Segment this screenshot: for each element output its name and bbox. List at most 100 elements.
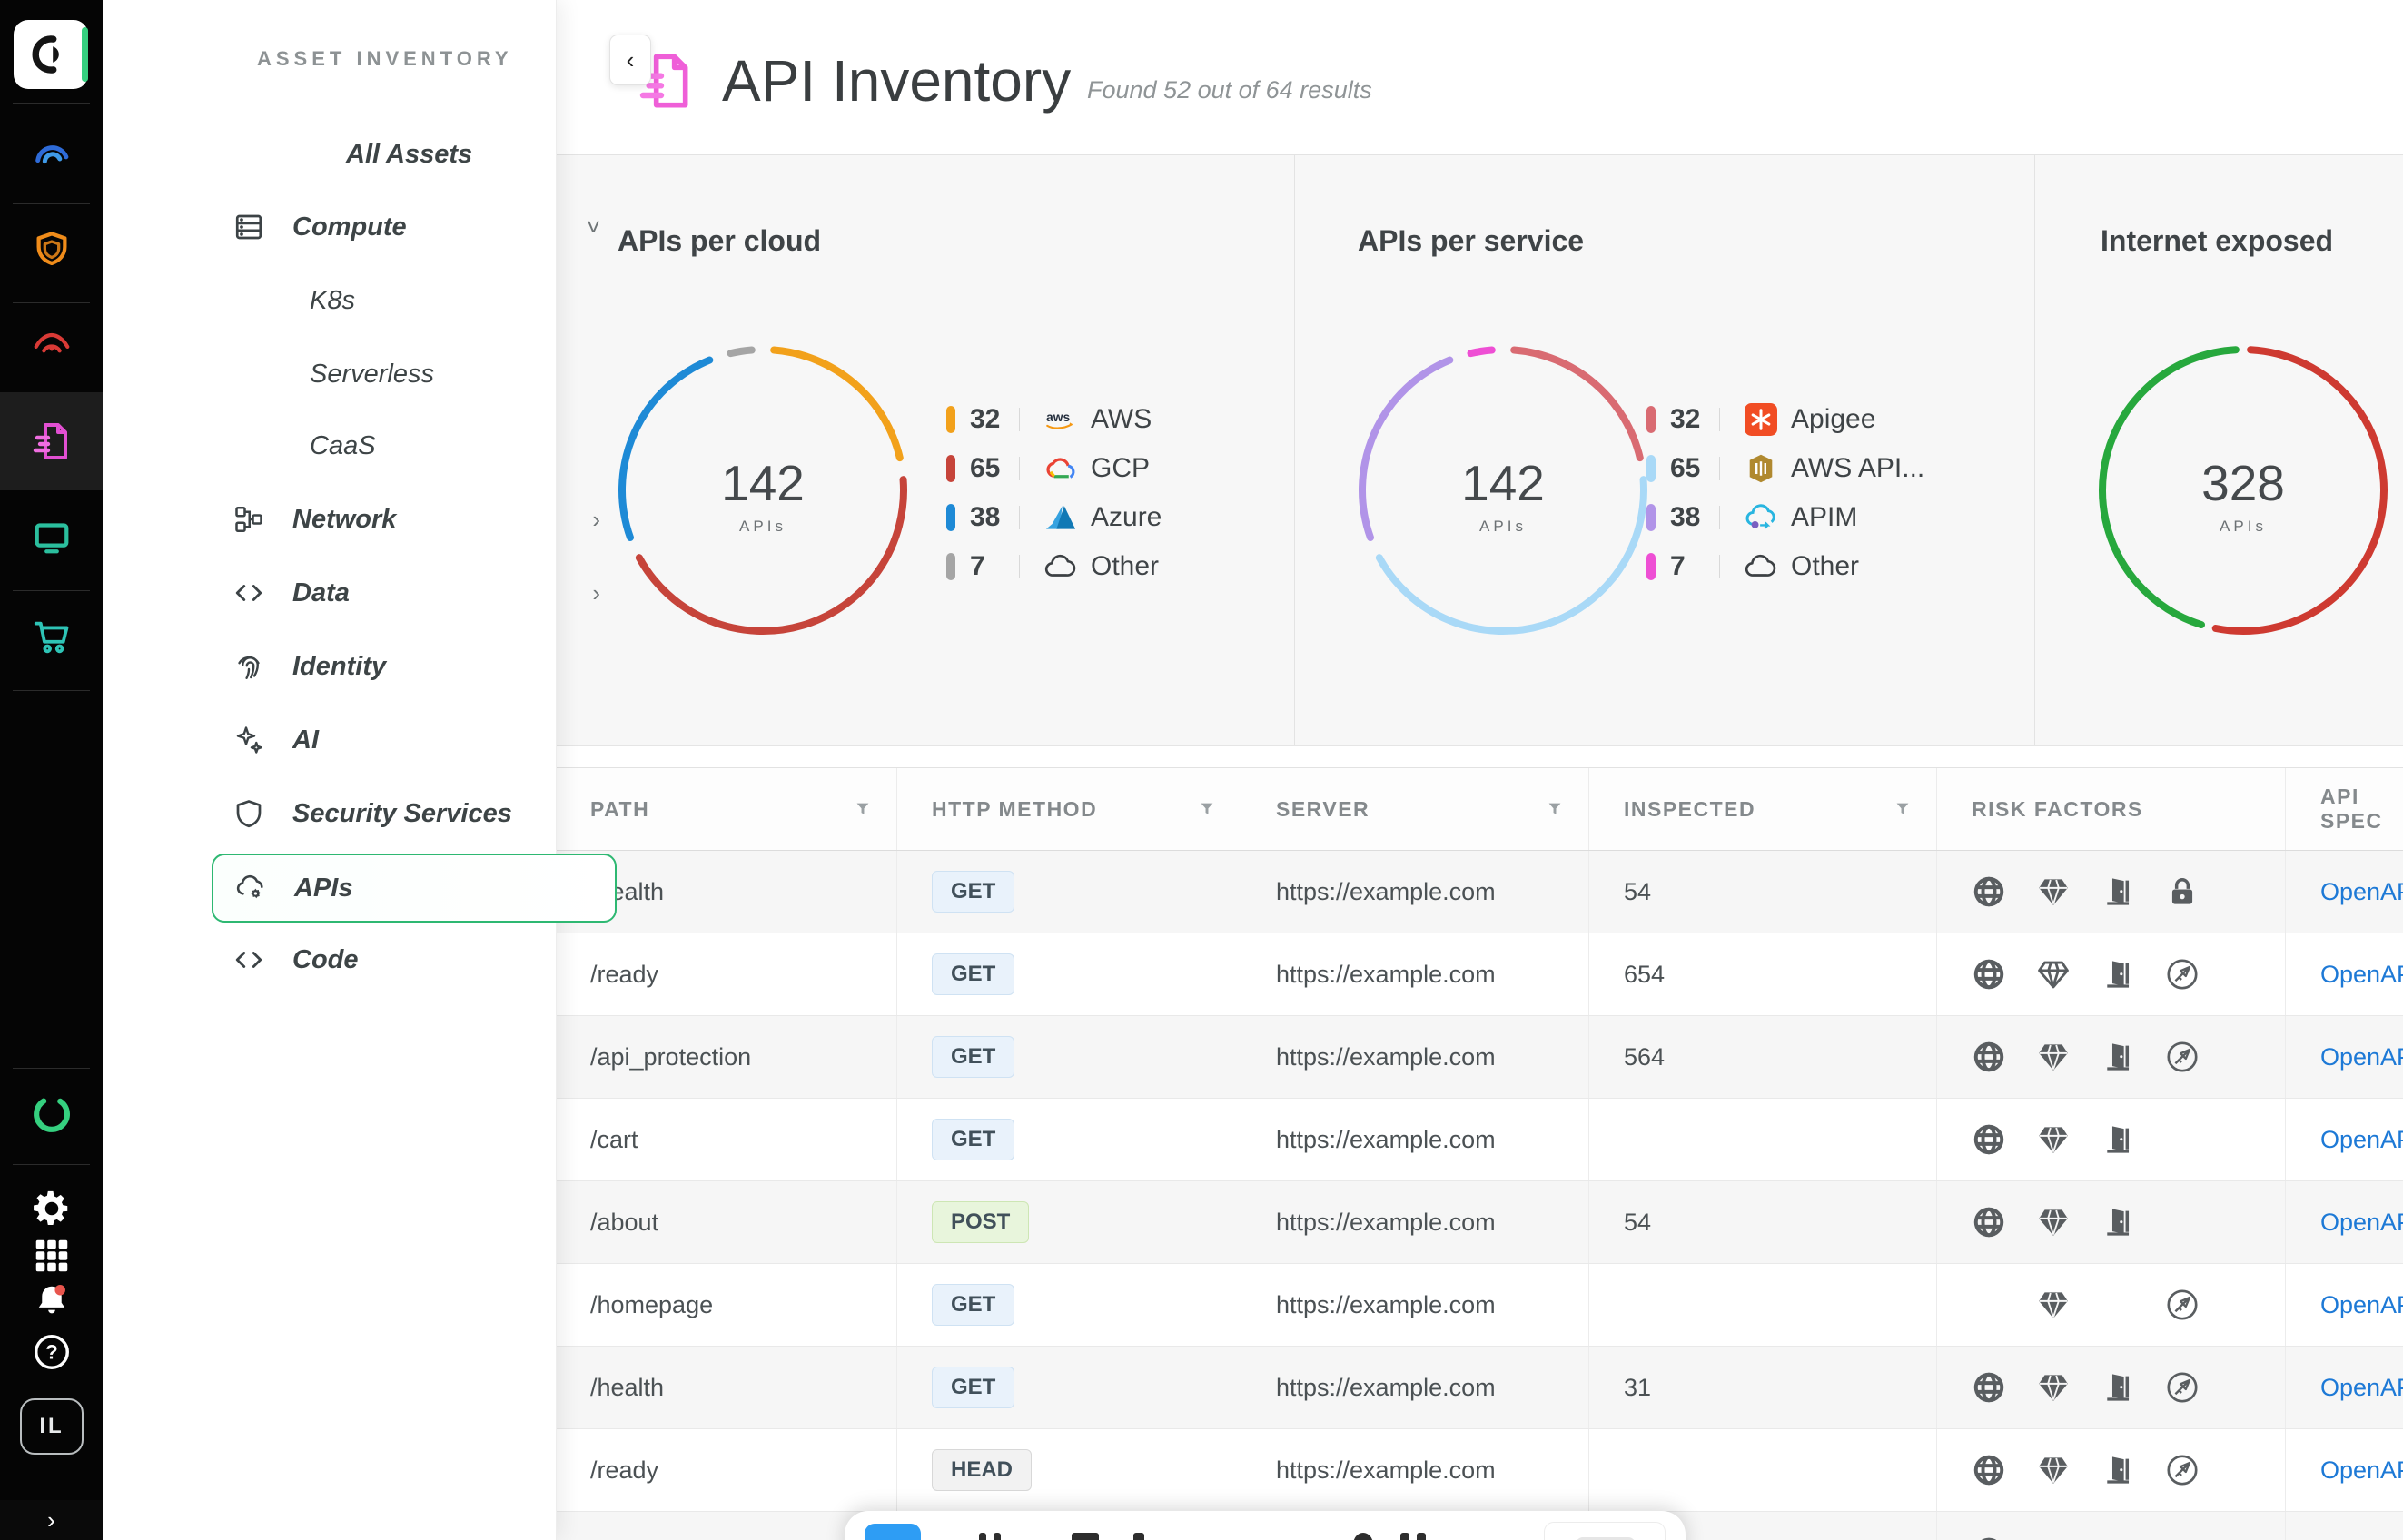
column-header-inspected[interactable]: INSPECTED <box>1589 768 1937 850</box>
shield-security-icon[interactable] <box>31 229 73 271</box>
apps-grid-icon[interactable] <box>31 1235 73 1277</box>
legend-row-aws[interactable]: 32awsAWS <box>946 395 1162 444</box>
legend-apis-per-service: 32Apigee65AWS API...38APIM7Other <box>1646 395 1924 591</box>
legend-label: GCP <box>1091 453 1150 484</box>
legend-row-other[interactable]: 7Other <box>946 542 1162 591</box>
collapse-sidebar-button[interactable]: ‹ <box>609 35 651 85</box>
globe-risk-icon <box>1972 957 2006 992</box>
ring-logo-icon[interactable] <box>31 1093 73 1135</box>
page-title: API Inventory <box>722 47 1071 114</box>
apigee-icon <box>1744 403 1784 436</box>
brand-logo[interactable] <box>14 20 88 89</box>
network-icon <box>232 503 265 536</box>
column-header-risk-factors: RISK FACTORS <box>1937 768 2286 850</box>
sidebar-item-k8s[interactable]: K8s <box>212 268 613 333</box>
left-icon-rail: ? IL › <box>0 0 103 1540</box>
sidebar-item-code[interactable]: Code <box>212 927 613 992</box>
divider <box>1719 457 1720 480</box>
donut-center-apis-per-cloud: 142 APIs <box>627 459 899 536</box>
legend-count: 65 <box>970 453 1019 484</box>
api-table: PATHHTTP METHODSERVERINSPECTEDRISK FACTO… <box>556 767 2403 1540</box>
sidebar-item-apis[interactable]: APIs <box>212 854 617 923</box>
filter-funnel-icon[interactable] <box>1893 799 1913 819</box>
toolbar-icon[interactable] <box>1400 1533 1409 1540</box>
column-header-server[interactable]: SERVER <box>1241 768 1589 850</box>
legend-row-apigee[interactable]: 32Apigee <box>1646 395 1924 444</box>
user-avatar-button[interactable]: IL <box>20 1398 84 1455</box>
filter-funnel-icon[interactable] <box>1197 799 1217 819</box>
filter-funnel-icon[interactable] <box>1545 799 1565 819</box>
table-row[interactable]: /healthGEThttps://example.com54OpenAPI <box>556 851 2403 933</box>
gem-risk-icon <box>2036 1535 2071 1540</box>
api-spec-link[interactable]: OpenAPI <box>2320 1456 2403 1485</box>
asset-inventory-sidebar: ASSET INVENTORY ‹ All AssetsCompute˅K8sS… <box>103 0 557 1540</box>
toolbar-icon[interactable] <box>1133 1533 1144 1540</box>
api-spec-link[interactable]: OpenAPI <box>2320 1043 2403 1071</box>
column-header-api-spec: API SPEC <box>2286 768 2403 850</box>
secondary-toolbar-button[interactable] <box>1544 1522 1666 1540</box>
eye-watch-icon[interactable] <box>31 323 73 365</box>
sidebar-item-serverless[interactable]: Serverless <box>212 341 613 407</box>
primary-action-button[interactable] <box>865 1524 921 1540</box>
cloud-icon <box>1744 550 1784 583</box>
sidebar-item-data[interactable]: Data› <box>212 560 613 626</box>
risk-factors <box>1972 957 2200 992</box>
sidebar-item-network[interactable]: Network› <box>212 487 613 552</box>
risk-factors <box>1972 1205 2200 1239</box>
legend-marker <box>1646 553 1656 580</box>
api-inventory-rail-item-selected[interactable] <box>0 392 103 490</box>
api-spec-link[interactable]: OpenAPI <box>2320 1291 2403 1319</box>
path-cell: /api_protection <box>590 1043 751 1071</box>
legend-row-other[interactable]: 7Other <box>1646 542 1924 591</box>
door-risk-icon <box>2101 1122 2135 1157</box>
filter-funnel-icon[interactable] <box>853 799 873 819</box>
sidebar-item-caas[interactable]: CaaS <box>212 413 613 479</box>
sidebar-item-security-services[interactable]: Security Services <box>212 781 613 846</box>
cart-icon[interactable] <box>31 616 73 657</box>
chart-title-apis-per-cloud: APIs per cloud <box>618 224 821 258</box>
server-cell: https://example.com <box>1276 878 1496 906</box>
notifications-bell-icon[interactable] <box>31 1280 73 1322</box>
toolbar-icon[interactable] <box>1353 1533 1373 1540</box>
http-method-badge: HEAD <box>932 1449 1032 1491</box>
api-spec-link[interactable]: OpenAPI <box>2320 878 2403 906</box>
legend-row-azure[interactable]: 38Azure <box>946 493 1162 542</box>
toolbar-icon[interactable] <box>1072 1533 1099 1540</box>
inspected-cell: 54 <box>1624 1209 1651 1237</box>
table-row[interactable]: /aboutPOSThttps://example.com54OpenAPI <box>556 1181 2403 1264</box>
sidebar-item-all-assets[interactable]: All Assets <box>212 122 613 187</box>
toolbar-icon[interactable] <box>1417 1533 1426 1540</box>
divider <box>13 203 90 204</box>
api-spec-link[interactable]: OpenAPI <box>2320 1126 2403 1154</box>
settings-gear-icon[interactable] <box>31 1188 73 1229</box>
gem-risk-icon <box>2036 1122 2071 1157</box>
risk-factors <box>1972 874 2200 909</box>
server-cell: https://example.com <box>1276 961 1496 989</box>
table-row[interactable]: /cartGEThttps://example.comOpenAPI <box>556 1099 2403 1181</box>
sidebar-item-ai[interactable]: AI <box>212 707 613 773</box>
sidebar-item-compute[interactable]: Compute˅ <box>212 194 613 260</box>
api-spec-link[interactable]: OpenAPI <box>2320 1374 2403 1402</box>
divider <box>1719 555 1720 578</box>
expand-rail-chevron-icon[interactable]: › <box>0 1500 103 1540</box>
floating-toolbar <box>845 1511 1686 1540</box>
api-spec-link[interactable]: OpenAPI <box>2320 961 2403 989</box>
toolbar-icon[interactable] <box>979 1533 986 1540</box>
api-spec-link[interactable]: OpenAPI <box>2320 1209 2403 1237</box>
divider <box>1294 155 1295 745</box>
help-icon[interactable]: ? <box>31 1331 73 1373</box>
table-row[interactable]: /healthGEThttps://example.com31OpenAPI <box>556 1347 2403 1429</box>
server-cell: https://example.com <box>1276 1126 1496 1154</box>
sidebar-item-identity[interactable]: Identity <box>212 634 613 699</box>
table-row[interactable]: /readyHEADhttps://example.comOpenAPI <box>556 1429 2403 1512</box>
table-row[interactable]: /api_protectionGEThttps://example.com564… <box>556 1016 2403 1099</box>
table-row[interactable]: /readyGEThttps://example.com654OpenAPI <box>556 933 2403 1016</box>
table-row[interactable]: /homepageGEThttps://example.comOpenAPI <box>556 1264 2403 1347</box>
toolbar-icon[interactable] <box>994 1533 1001 1540</box>
legend-row-aws-api-[interactable]: 65AWS API... <box>1646 444 1924 493</box>
legend-row-apim[interactable]: 38APIM <box>1646 493 1924 542</box>
column-header-http-method[interactable]: HTTP METHOD <box>897 768 1241 850</box>
monitor-icon[interactable] <box>31 516 73 558</box>
legend-row-gcp[interactable]: 65 GCP <box>946 444 1162 493</box>
observability-icon[interactable] <box>31 133 73 174</box>
